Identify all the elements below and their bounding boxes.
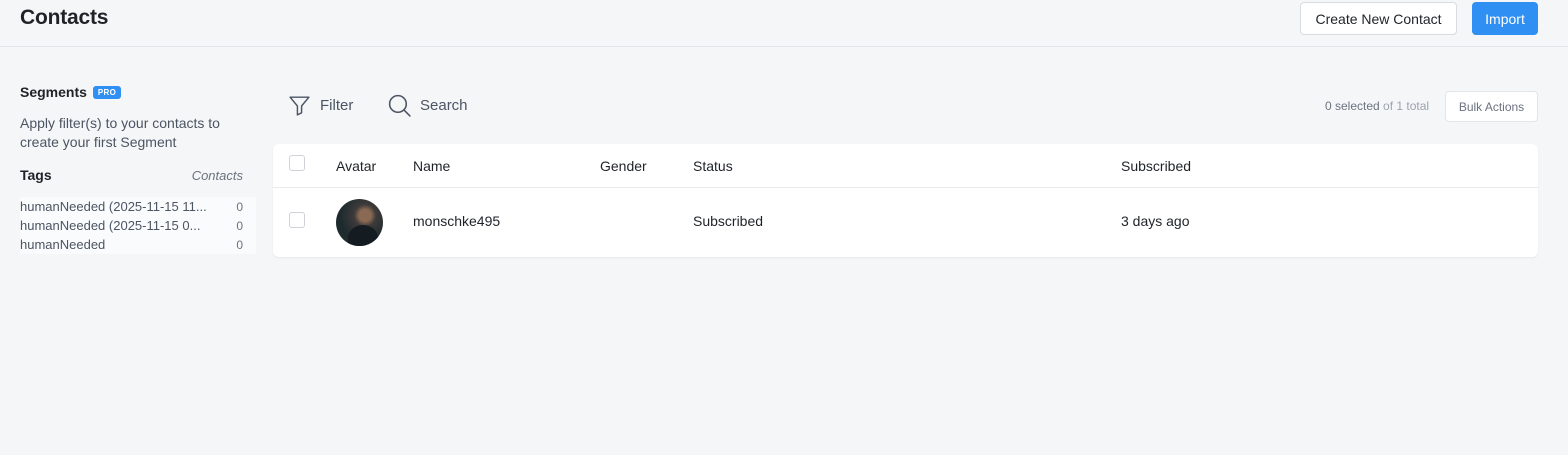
tag-count: 0	[236, 199, 243, 214]
page-title: Contacts	[20, 6, 109, 29]
segments-title: Segments	[20, 84, 87, 100]
selection-info: 0 selected of 1 total	[1325, 99, 1429, 113]
contact-status: Subscribed	[693, 213, 764, 229]
filter-icon	[287, 93, 312, 118]
contact-subscribed: 3 days ago	[1121, 213, 1190, 229]
tag-item[interactable]: humanNeeded (2025-11-15 11... 0	[20, 197, 256, 216]
segments-description: Apply filter(s) to your contacts to crea…	[20, 115, 220, 150]
select-all-checkbox[interactable]	[289, 155, 305, 171]
search-icon	[387, 93, 412, 118]
top-bar: Contacts Create New Contact Import	[0, 0, 1568, 47]
column-header-name: Name	[413, 158, 451, 174]
tag-item[interactable]: humanNeeded 0	[20, 235, 256, 254]
search-button[interactable]: Search	[387, 93, 468, 118]
tag-count: 0	[236, 218, 243, 233]
tags-contacts-label: Contacts	[191, 168, 243, 183]
create-new-contact-button[interactable]: Create New Contact	[1300, 2, 1457, 35]
segments-header: Segments PRO	[20, 84, 256, 100]
tag-item[interactable]: humanNeeded (2025-11-15 0... 0	[20, 216, 256, 235]
tag-name: humanNeeded	[20, 237, 106, 252]
row-checkbox[interactable]	[289, 212, 305, 228]
pro-badge: PRO	[92, 85, 122, 99]
filter-button[interactable]: Filter	[287, 93, 353, 118]
contact-name[interactable]: monschke495	[413, 213, 500, 229]
column-header-subscribed: Subscribed	[1121, 158, 1192, 174]
bulk-actions-button[interactable]: Bulk Actions	[1445, 91, 1538, 122]
sidebar: Segments PRO Apply filter(s) to your con…	[20, 84, 256, 254]
avatar[interactable]	[336, 199, 383, 246]
tag-list: humanNeeded (2025-11-15 11... 0 humanNee…	[20, 197, 256, 254]
column-header-avatar: Avatar	[336, 158, 377, 174]
column-header-gender: Gender	[600, 158, 647, 174]
tags-header: Tags Contacts	[20, 167, 243, 183]
contacts-table: Avatar Name Gender Status Subscribed mon…	[273, 144, 1538, 257]
tags-title: Tags	[20, 167, 52, 183]
tag-name: humanNeeded (2025-11-15 11...	[20, 199, 207, 214]
table-row[interactable]: monschke495 Subscribed 3 days ago	[273, 188, 1538, 257]
column-header-status: Status	[693, 158, 733, 174]
table-header: Avatar Name Gender Status Subscribed	[273, 144, 1538, 188]
tag-count: 0	[236, 237, 243, 252]
filter-label: Filter	[320, 97, 354, 114]
tag-name: humanNeeded (2025-11-15 0...	[20, 218, 201, 233]
selected-count: 0 selected	[1325, 99, 1380, 113]
import-button[interactable]: Import	[1472, 2, 1538, 35]
search-label: Search	[420, 97, 468, 114]
total-count: of 1 total	[1383, 99, 1430, 113]
